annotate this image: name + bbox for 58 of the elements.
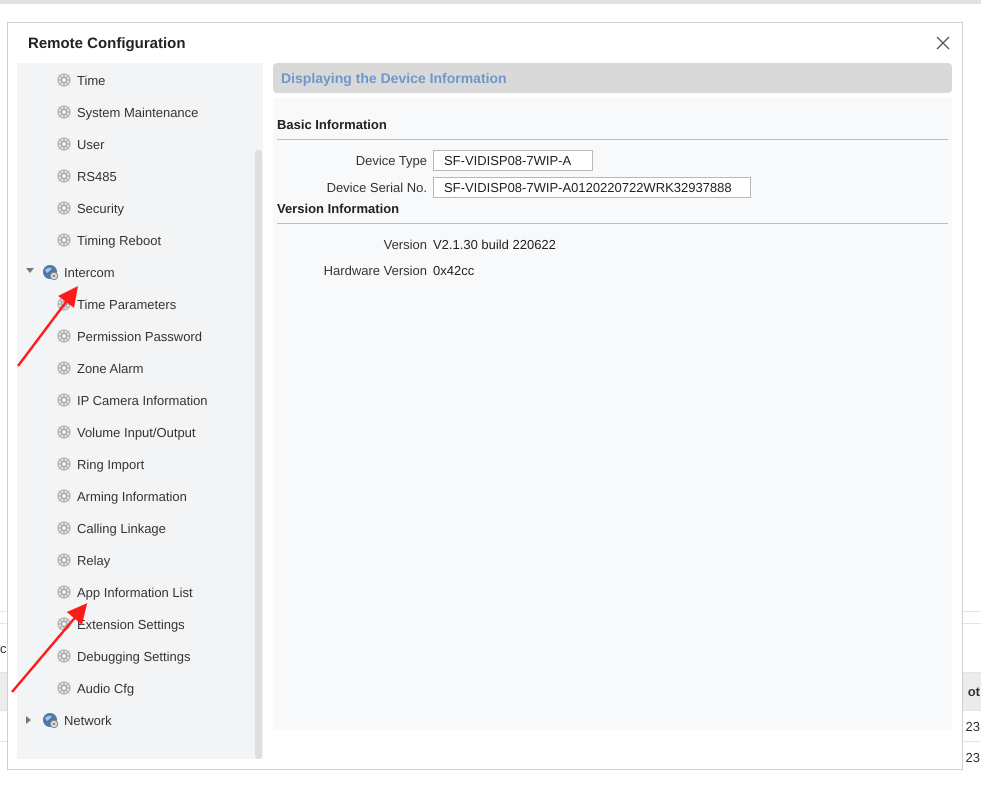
sidebar-item[interactable]: Ring Import [17,448,255,480]
gear-icon [57,425,71,439]
sidebar-item[interactable]: Time [17,64,255,96]
sidebar-item[interactable]: IP Camera Information [17,384,255,416]
sidebar-item[interactable]: RS485 [17,160,255,192]
column-header: ot [968,684,981,699]
gear-icon [57,329,71,343]
sidebar-item[interactable]: User [17,128,255,160]
gear-icon [57,137,71,151]
gear-icon [57,521,71,535]
sidebar-item[interactable]: Permission Password [17,320,255,352]
gear-icon [57,457,71,471]
sidebar-item[interactable]: Debugging Settings [17,640,255,672]
gear-icon [57,233,71,247]
section-title: Version Information [277,201,948,224]
sidebar-item[interactable]: Volume Input/Output [17,416,255,448]
gear-icon [57,489,71,503]
sidebar-item[interactable]: Audio Cfg [17,672,255,704]
field-value: V2.1.30 build 220622 [433,236,557,252]
gear-icon [57,681,71,695]
tree-group-item[interactable]: Intercom [17,256,255,288]
globe-gear-icon [42,712,58,728]
sidebar-item[interactable]: System Maintenance [17,96,255,128]
field-label: Device Serial No. [326,180,427,195]
globe-gear-icon [42,264,58,280]
input-field[interactable]: SF-VIDISP08-7WIP-A0120220722WRK32937888 [433,177,751,198]
tree-group-item[interactable]: Network [17,704,255,736]
sidebar-item[interactable]: Arming Information [17,480,255,512]
dialog-title: Remote Configuration [28,34,186,52]
gear-icon [57,649,71,663]
close-icon[interactable] [936,36,950,50]
gear-icon [57,169,71,183]
input-field[interactable]: SF-VIDISP08-7WIP-A [433,150,593,171]
field-value: 0x42cc [433,262,476,278]
field-label: Version [382,236,427,252]
gear-icon [57,553,71,567]
table-cell: 23 [966,750,981,764]
gear-icon [57,105,71,119]
sidebar-item[interactable]: App Information List [17,576,255,608]
gear-icon [57,201,71,215]
table-cell: c [0,640,6,656]
sidebar-item[interactable]: Calling Linkage [17,512,255,544]
field-label: Hardware Version [322,262,427,278]
sidebar-item[interactable]: Security [17,192,255,224]
field-label: Device Type [354,153,427,168]
table-cell: 23 [966,718,981,734]
gear-icon [57,393,71,407]
sidebar-item[interactable]: Timing Reboot [17,224,255,256]
sidebar-item[interactable]: Relay [17,544,255,576]
gear-icon [57,585,71,599]
sidebar-item[interactable]: Zone Alarm [17,352,255,384]
sidebar-item[interactable]: Extension Settings [17,608,255,640]
gear-icon [57,361,71,375]
scrollbar[interactable] [255,150,262,759]
section-title: Basic Information [277,117,948,140]
gear-icon [57,73,71,87]
panel-title: Displaying the Device Information [281,70,507,86]
sidebar-item[interactable]: Time Parameters [17,288,255,320]
